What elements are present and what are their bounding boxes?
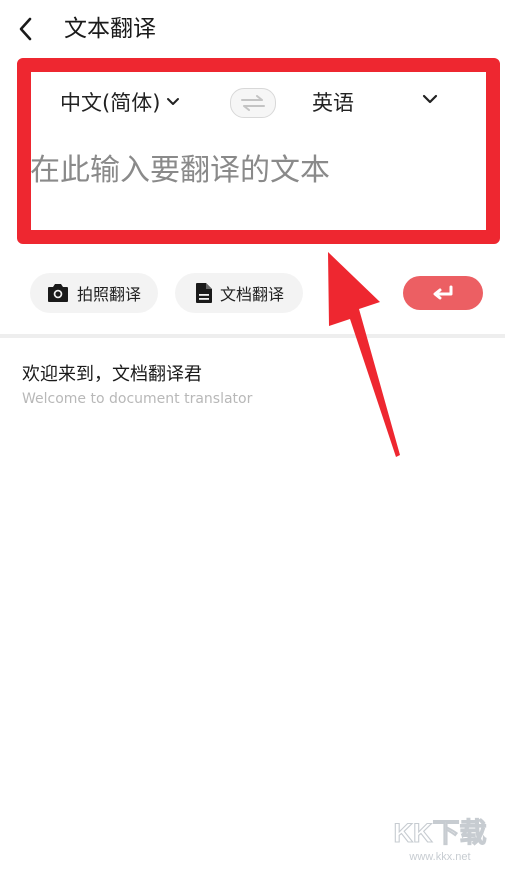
target-language-dropdown[interactable]: 英语 [312,87,354,117]
welcome-title: 欢迎来到，文档翻译君 [22,364,202,385]
document-translate-button[interactable]: 文档翻译 [175,273,303,313]
chevron-down-icon[interactable] [422,94,438,106]
watermark-url: www.kkx.net [408,851,470,863]
source-language-dropdown[interactable]: 中文(简体) [60,87,180,117]
document-icon [196,283,212,303]
photo-translate-label: 拍照翻译 [77,285,142,304]
translate-submit-button[interactable] [403,276,483,310]
camera-icon [48,284,68,302]
document-translate-label: 文档翻译 [220,285,285,304]
back-button[interactable] [14,14,38,44]
watermark-logo: KK下载 www.kkx.net [393,817,487,863]
welcome-subtitle: Welcome to document translator [22,391,253,407]
enter-return-icon [433,285,453,300]
language-selector-row: 中文(简体) 英语 [32,84,462,122]
swap-arrows-icon [241,95,265,111]
section-divider [0,334,505,338]
source-text-input[interactable] [30,145,460,195]
annotation-arrow [328,252,400,457]
photo-translate-button[interactable]: 拍照翻译 [30,273,158,313]
chevron-left-icon [19,17,32,41]
watermark-logo-text: KK下载 [394,818,487,848]
page-title: 文本翻译 [64,16,156,42]
swap-languages-button[interactable] [230,88,276,118]
chevron-down-icon [167,98,180,105]
source-language-label: 中文(简体) [60,91,161,115]
